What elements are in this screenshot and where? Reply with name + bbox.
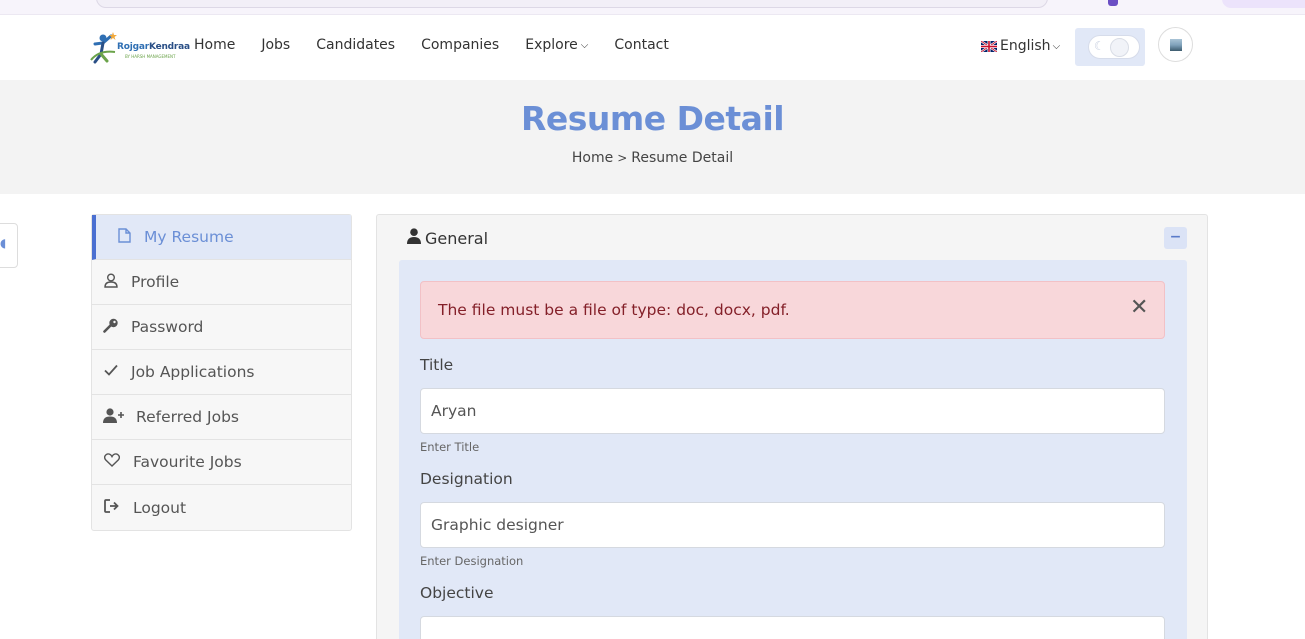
- collapse-button[interactable]: −: [1164, 227, 1187, 249]
- title-label: Title: [420, 356, 454, 374]
- language-label: English: [1000, 38, 1051, 54]
- sidebar-item-label: My Resume: [144, 228, 234, 246]
- dark-mode-toggle[interactable]: ☾: [1088, 35, 1140, 59]
- browser-top-strip: [0, 0, 1305, 15]
- nav-explore[interactable]: Explore ⌵: [525, 37, 588, 53]
- sidebar-item-job-applications[interactable]: Job Applications: [92, 350, 351, 395]
- address-bar[interactable]: [96, 0, 1048, 8]
- chevron-down-icon: ⌵: [1052, 40, 1061, 52]
- designation-field[interactable]: [420, 502, 1165, 548]
- general-section-card: General − The file must be a file of typ…: [376, 214, 1208, 639]
- logo-text-part2: Kendraa: [148, 42, 190, 52]
- title-hint: Enter Title: [420, 440, 480, 454]
- section-body: The file must be a file of type: doc, do…: [399, 260, 1187, 639]
- breadcrumb-current: Resume Detail: [631, 150, 734, 166]
- user-icon: [407, 228, 421, 248]
- section-title: General: [425, 228, 489, 248]
- breadcrumb-home[interactable]: Home: [572, 150, 613, 166]
- page-title: Resume Detail: [520, 99, 785, 138]
- sidebar-item-logout[interactable]: Logout: [92, 485, 351, 530]
- nav-companies[interactable]: Companies: [421, 37, 499, 53]
- sidebar-item-favourite-jobs[interactable]: Favourite Jobs: [92, 440, 351, 485]
- objective-label: Objective: [420, 584, 494, 602]
- user-plus-icon: [103, 407, 125, 427]
- title-input[interactable]: [421, 389, 1164, 433]
- nav-jobs[interactable]: Jobs: [261, 37, 290, 53]
- sidebar-item-password[interactable]: Password: [92, 305, 351, 350]
- account-sidebar: My Resume Profile Password Job Applicati…: [91, 214, 352, 531]
- sidebar-item-profile[interactable]: Profile: [92, 260, 351, 305]
- side-tab-icon: ◖: [0, 236, 7, 250]
- heart-icon: [103, 453, 121, 471]
- avatar-image: [1170, 39, 1182, 51]
- uk-flag-icon: [981, 40, 997, 52]
- key-icon: [103, 318, 119, 337]
- alert-message: The file must be a file of type: doc, do…: [438, 301, 790, 319]
- sidebar-item-label: Logout: [133, 498, 187, 517]
- designation-hint: Enter Designation: [420, 554, 524, 568]
- logo-text: RojgarKendraa: [117, 42, 190, 52]
- moon-icon: ☾: [1094, 39, 1105, 53]
- error-alert: The file must be a file of type: doc, do…: [420, 281, 1165, 339]
- file-icon: [116, 227, 132, 247]
- nav-contact[interactable]: Contact: [614, 37, 668, 53]
- logout-icon: [103, 498, 121, 517]
- sidebar-item-label: Profile: [131, 273, 180, 291]
- designation-input[interactable]: [421, 503, 1164, 547]
- user-icon: [103, 273, 119, 292]
- sidebar-item-my-resume[interactable]: My Resume: [92, 215, 351, 260]
- sidebar-item-referred-jobs[interactable]: Referred Jobs: [92, 395, 351, 440]
- logo-tagline: BY HARSH MANAGEMENT: [125, 54, 176, 59]
- title-field[interactable]: [420, 388, 1165, 434]
- logo-figure-icon: [90, 32, 117, 64]
- theme-toggle-container: ☾: [1075, 28, 1145, 66]
- extension-icon[interactable]: [1108, 0, 1118, 6]
- breadcrumb: Home > Resume Detail: [0, 150, 1305, 166]
- sidebar-item-label: Favourite Jobs: [133, 453, 242, 471]
- nav-home[interactable]: Home: [194, 37, 235, 53]
- logo-text-part1: Rojgar: [117, 42, 149, 52]
- browser-profile-pill[interactable]: [1222, 0, 1305, 8]
- close-icon[interactable]: ✕: [1130, 297, 1148, 319]
- chevron-down-icon: ⌵: [580, 39, 589, 51]
- sidebar-item-label: Referred Jobs: [136, 408, 240, 426]
- objective-field[interactable]: [420, 616, 1165, 639]
- navbar: RojgarKendraa BY HARSH MANAGEMENT Home J…: [0, 15, 1305, 80]
- section-header: General: [407, 228, 488, 248]
- main-nav: Home Jobs Candidates Companies Explore ⌵ …: [194, 37, 695, 53]
- designation-label: Designation: [420, 470, 513, 488]
- objective-textarea[interactable]: [421, 617, 1164, 639]
- floating-side-tab[interactable]: ◖: [0, 223, 18, 268]
- breadcrumb-separator: >: [617, 151, 628, 165]
- nav-candidates[interactable]: Candidates: [316, 37, 395, 53]
- sidebar-item-label: Password: [131, 318, 204, 336]
- site-logo[interactable]: RojgarKendraa BY HARSH MANAGEMENT: [89, 32, 190, 66]
- page-banner: Resume Detail Home > Resume Detail: [0, 80, 1305, 194]
- user-avatar[interactable]: [1158, 27, 1193, 62]
- language-selector[interactable]: English ⌵: [981, 38, 1060, 54]
- sidebar-item-label: Job Applications: [131, 363, 255, 381]
- nav-explore-label: Explore: [525, 37, 578, 53]
- check-icon: [103, 364, 119, 380]
- toggle-knob: [1110, 38, 1129, 57]
